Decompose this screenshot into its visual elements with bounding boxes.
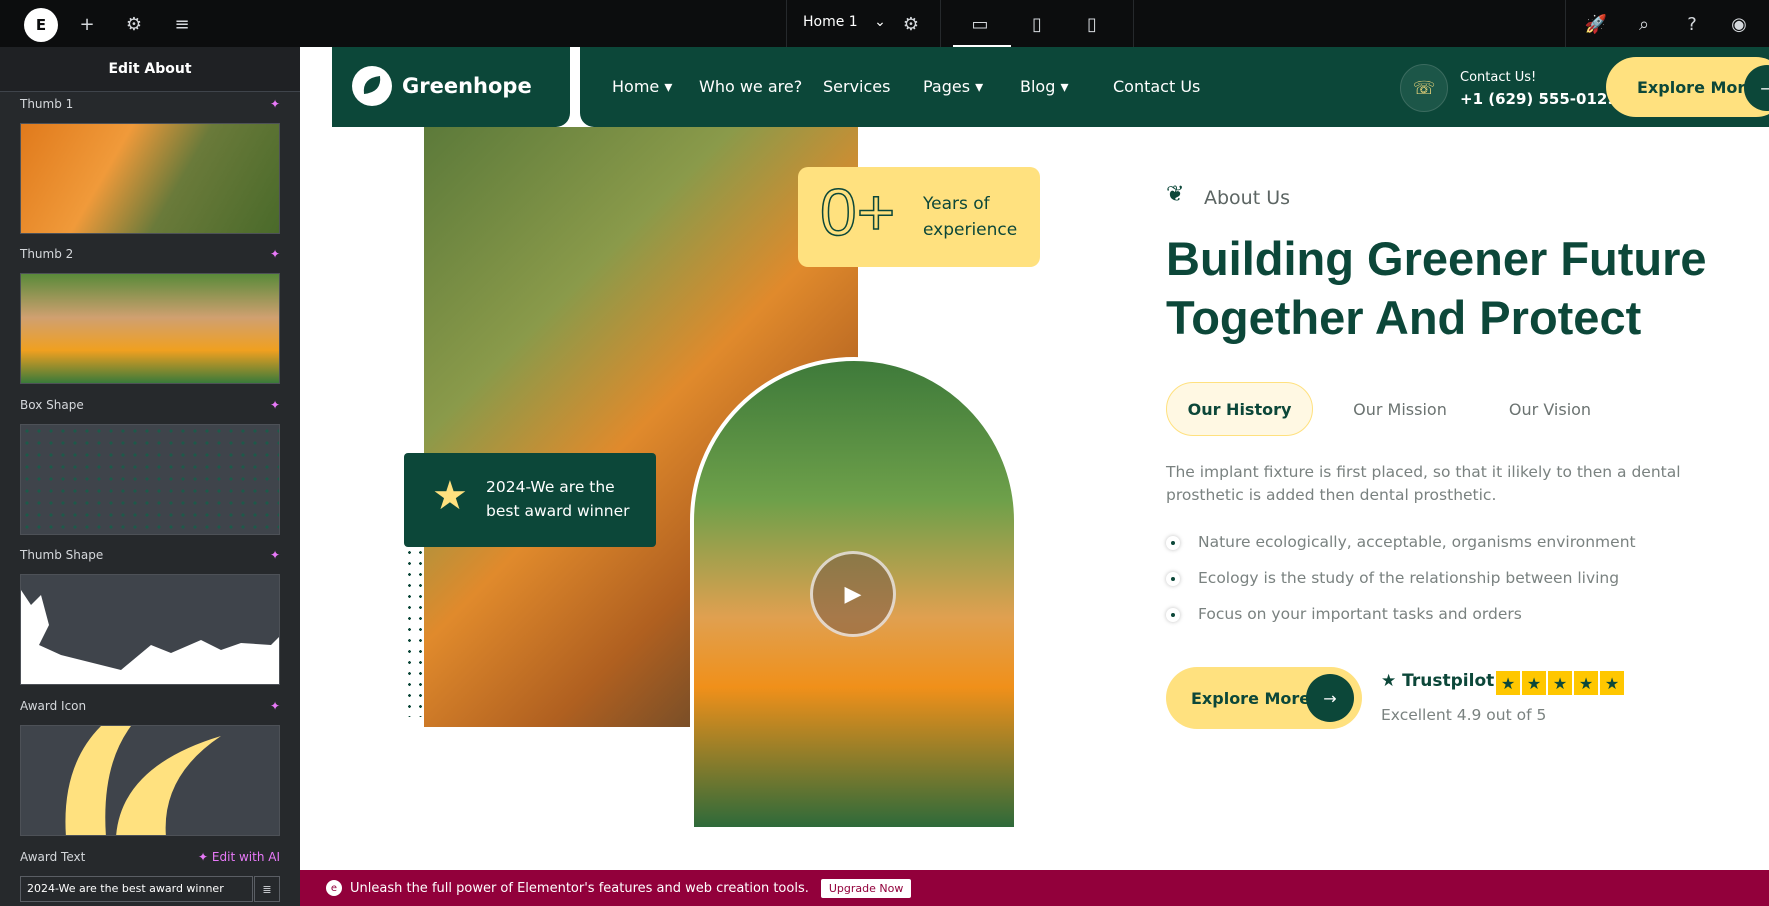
experience-number: 0+ [819,175,896,249]
star-icon: ★ [1548,671,1572,695]
page-selector[interactable]: Home 1 ⌄ [803,14,886,30]
editor-panel: Edit About Thumb 1 ✦ Thumb 2 ✦ Box Shape… [0,47,300,906]
trustpilot-logo: ★ Trustpilot [1381,671,1495,691]
ai-sparkle-icon[interactable]: ✦ [270,247,280,261]
arrow-right-icon[interactable]: → [1306,674,1354,722]
edit-with-ai-button[interactable]: ✦ Edit with AI [198,850,280,864]
panel-title: Edit About [0,47,300,92]
site-logo-text[interactable]: Greenhope [402,74,532,98]
nav-services[interactable]: Services [823,77,890,96]
tablet-icon[interactable]: ▯ [1025,12,1049,36]
box-shape-image[interactable] [20,424,280,535]
star-icon: ★ [1522,671,1546,695]
upgrade-now-button[interactable]: Upgrade Now [820,878,912,898]
help-icon[interactable]: ? [1680,12,1704,36]
ai-sparkle-icon[interactable]: ✦ [270,398,280,412]
thumb1-label: Thumb 1 [20,97,74,111]
search-icon[interactable]: ⌕ [1632,12,1656,36]
main-nav: Home ▾ Who we are? Services Pages ▾ Blog… [580,47,1769,127]
thumb2-label: Thumb 2 [20,247,74,261]
contact-phone[interactable]: +1 (629) 555-0129 [1460,90,1618,108]
star-icon: ★ [1574,671,1598,695]
award-icon-preview [65,726,221,835]
nav-home[interactable]: Home ▾ [612,77,672,96]
list-item: Ecology is the study of the relationship… [1166,569,1619,587]
experience-box: 0+ Years of experience [798,167,1040,267]
phone-icon[interactable]: ☏ [1400,64,1448,112]
preview-canvas: Greenhope Home ▾ Who we are? Services Pa… [300,47,1769,870]
section-headline: Building Greener Future Together And Pro… [1166,232,1707,344]
award-icon-label: Award Icon [20,699,87,713]
site-settings-icon[interactable]: ⚙ [122,12,146,36]
topbar-divider [940,0,941,47]
list-item-text: Ecology is the study of the relationship… [1198,569,1620,587]
nav-blog[interactable]: Blog ▾ [1020,77,1068,96]
nav-pages[interactable]: Pages ▾ [923,77,983,96]
elementor-icon: e [326,880,342,896]
bullet-icon [1166,571,1180,586]
mobile-icon[interactable]: ▯ [1080,12,1104,36]
experience-text: Years of experience [923,194,1018,240]
nav-contact[interactable]: Contact Us [1113,77,1200,96]
thumb-shape-preview [21,590,279,684]
page-name: Home 1 [803,14,858,30]
tab-our-vision[interactable]: Our Vision [1485,382,1615,436]
editor-topbar: E + ⚙ ≡ Home 1 ⌄ ⚙ ▭ ▯ ▯ 🚀 ⌕ ? ◉ [0,0,1769,47]
thumb-shape-label: Thumb Shape [20,548,104,562]
tab-our-mission[interactable]: Our Mission [1330,382,1470,436]
list-item: Focus on your important tasks and orders [1166,605,1522,623]
box-shape-label: Box Shape [20,398,84,412]
bullet-icon [1166,607,1180,622]
desktop-icon[interactable]: ▭ [968,12,992,36]
play-video-button[interactable]: ▶ [810,551,896,637]
topbar-divider [1565,0,1566,47]
trophy-icon: ★ [432,473,468,519]
thumb1-image[interactable] [20,123,280,234]
dynamic-tags-icon[interactable]: ≣ [254,876,280,902]
list-item-text: Nature ecologically, acceptable, organis… [1198,533,1636,551]
contact-label: Contact Us! [1460,70,1537,85]
bullet-icon [1166,535,1180,550]
structure-icon[interactable]: ≡ [170,12,194,36]
thumb-shape-image[interactable] [20,574,280,685]
list-item-text: Focus on your important tasks and orders [1198,605,1522,623]
tab-our-history[interactable]: Our History [1166,382,1313,436]
leaf-logo-icon[interactable] [352,66,392,106]
award-text: 2024-We are the best award winner [486,478,630,521]
topbar-divider [1133,0,1134,47]
chevron-down-icon: ⌄ [874,14,886,30]
topbar-divider [786,0,787,47]
nav-who-we-are[interactable]: Who we are? [699,77,802,96]
award-icon-image[interactable] [20,725,280,836]
list-item: Nature ecologically, acceptable, organis… [1166,533,1636,551]
ai-sparkle-icon[interactable]: ✦ [270,548,280,562]
promo-text: Unleash the full power of Elementor's fe… [350,880,809,896]
star-icon: ★ [1496,671,1520,695]
ai-sparkle-icon[interactable]: ✦ [270,97,280,111]
trustpilot-rating: Excellent 4.9 out of 5 [1381,706,1547,724]
award-box: ★ 2024-We are the best award winner [404,453,656,547]
notifications-icon[interactable]: 🚀 [1584,12,1608,36]
upgrade-promo-bar: e Unleash the full power of Elementor's … [300,870,1769,906]
star-icon: ★ [1600,671,1624,695]
section-tag: About Us [1204,187,1291,209]
tab-paragraph: The implant fixture is first placed, so … [1166,463,1681,505]
trustpilot-stars: ★ ★ ★ ★ ★ [1496,671,1624,695]
leaf-logo-svg [363,76,381,94]
sprout-icon: ❦ [1166,182,1185,207]
ai-sparkle-icon[interactable]: ✦ [270,699,280,713]
thumb2-image[interactable] [20,273,280,384]
add-element-icon[interactable]: + [75,12,99,36]
award-text-label: Award Text [20,850,86,864]
preview-icon[interactable]: ◉ [1727,12,1751,36]
award-text-input[interactable]: 2024-We are the best award winner [20,876,253,902]
page-settings-icon[interactable]: ⚙ [899,12,923,36]
elementor-logo[interactable]: E [24,8,58,42]
